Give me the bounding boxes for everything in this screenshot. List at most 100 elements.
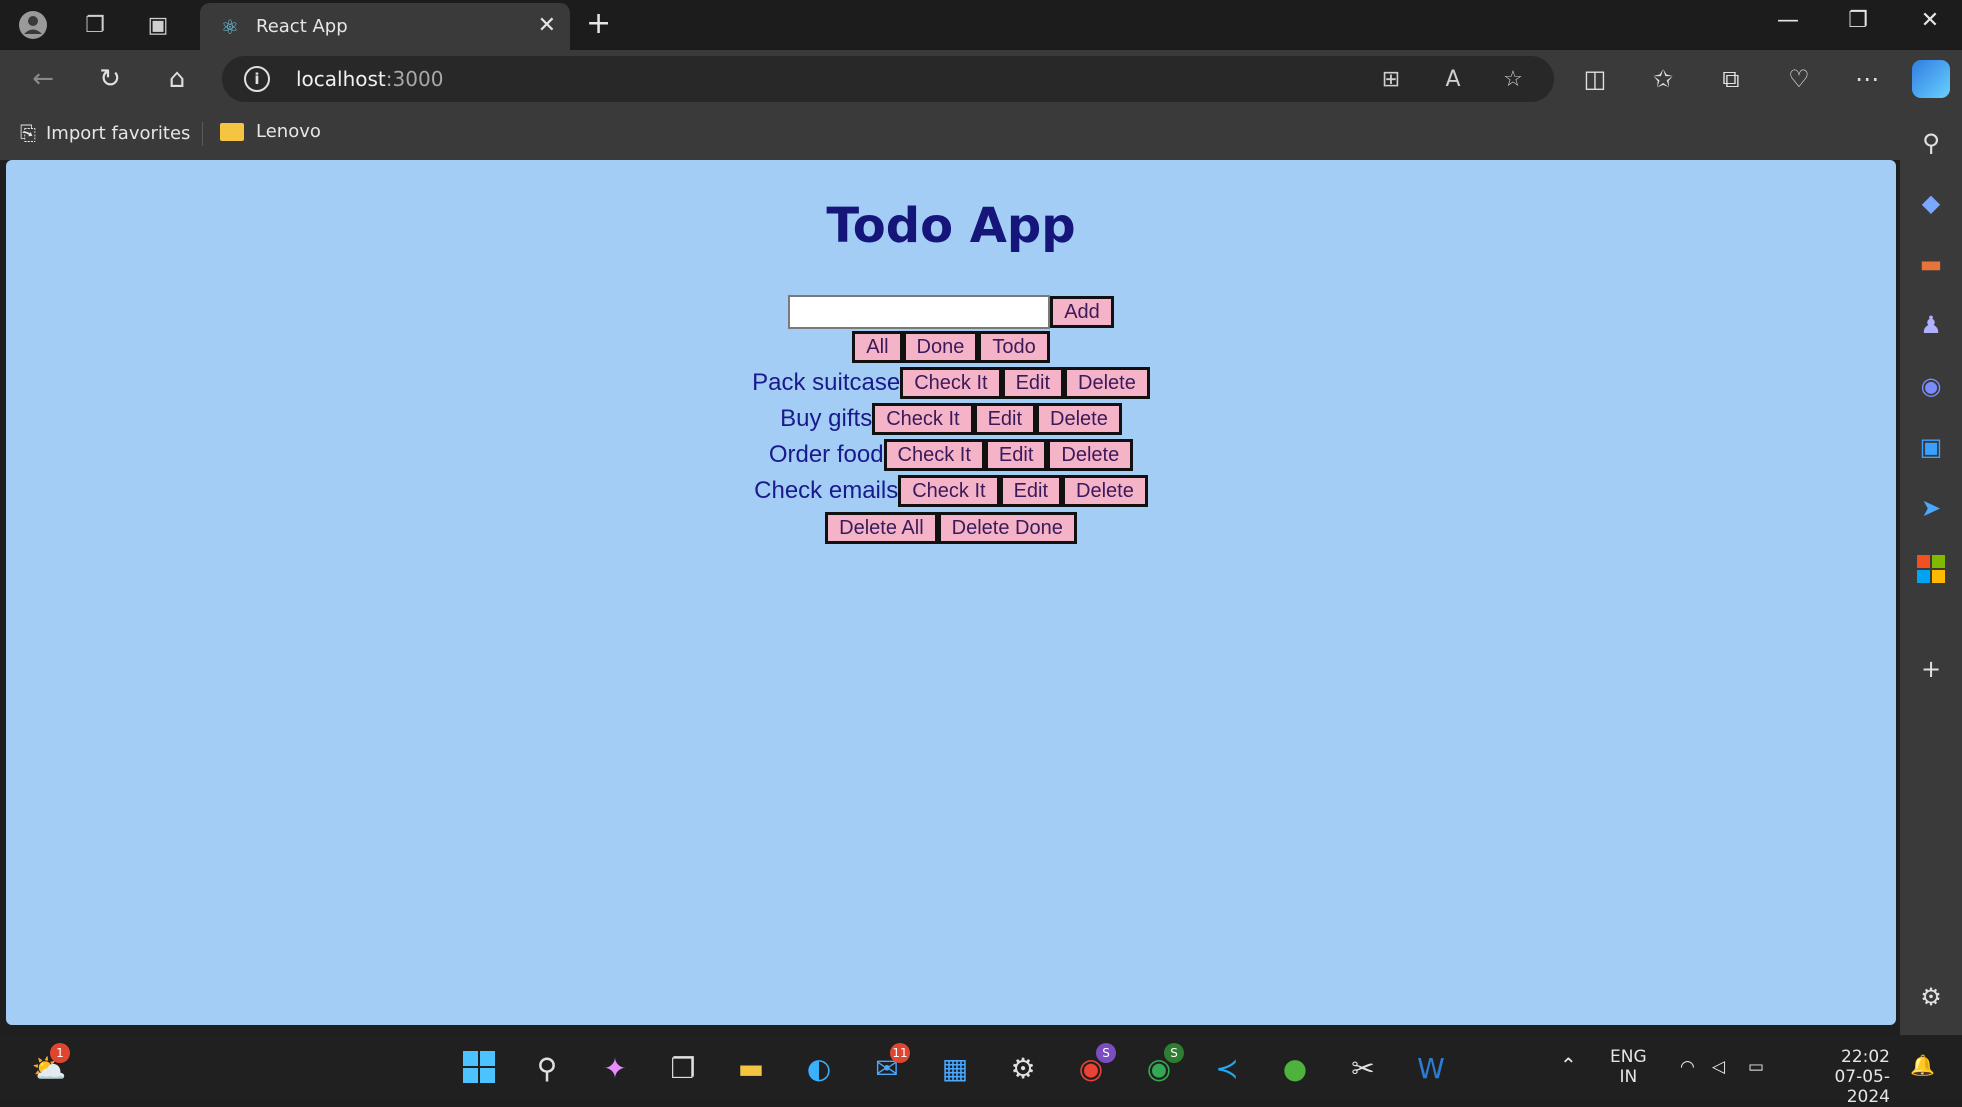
read-aloud-icon[interactable]: A xyxy=(1438,66,1468,94)
address-bar[interactable]: i localhost:3000 ⊞ A ☆ xyxy=(222,56,1554,102)
office-icon[interactable] xyxy=(1916,554,1946,584)
settings-icon[interactable]: ⚙ xyxy=(1004,1050,1042,1088)
delete-button[interactable]: Delete xyxy=(1062,475,1148,507)
profile-icon[interactable] xyxy=(18,10,48,40)
new-tab-icon[interactable]: + xyxy=(586,9,611,39)
delete-button[interactable]: Delete xyxy=(1047,439,1134,471)
notifications-bell-icon[interactable]: 🔔 xyxy=(1910,1055,1935,1075)
import-favorites-link[interactable]: ⎘ Import favorites xyxy=(20,121,190,145)
favorites-bar: ⎘ Import favorites Lenovo xyxy=(0,108,1900,160)
check-it-button[interactable]: Check It xyxy=(898,475,1000,507)
todo-item: Check emails Check It Edit Delete xyxy=(6,475,1896,507)
add-sidebar-icon[interactable]: + xyxy=(1916,654,1946,684)
language-indicator[interactable]: ENG IN xyxy=(1610,1047,1647,1087)
chrome-profile-badge: S xyxy=(1096,1043,1116,1063)
address-toolbar: ← ↻ ⌂ i localhost:3000 ⊞ A ☆ ◫ ✩ ⧉ ♡ ⋯ xyxy=(0,50,1962,108)
info-icon[interactable]: i xyxy=(244,66,270,92)
copilot-icon[interactable] xyxy=(1912,60,1950,98)
battery-icon[interactable]: ▭ xyxy=(1748,1057,1764,1077)
todo-text: Pack suitcase xyxy=(752,369,901,396)
calendar-icon[interactable]: ▦ xyxy=(936,1050,974,1088)
taskbar-search-icon[interactable]: ⚲ xyxy=(528,1050,566,1088)
games-icon[interactable]: ♟ xyxy=(1916,310,1946,340)
todo-item: Pack suitcase Check It Edit Delete xyxy=(6,367,1896,399)
bulk-actions-row: Delete All Delete Done xyxy=(6,512,1896,544)
tab-title: React App xyxy=(256,16,348,37)
show-hidden-icons-icon[interactable]: ⌃ xyxy=(1560,1055,1577,1075)
browser-essentials-icon[interactable]: ♡ xyxy=(1782,62,1816,96)
filter-done-button[interactable]: Done xyxy=(902,331,979,363)
home-icon[interactable]: ⌂ xyxy=(160,62,194,96)
start-icon[interactable] xyxy=(460,1050,498,1088)
mail-badge: 11 xyxy=(890,1043,910,1063)
todo-input[interactable] xyxy=(788,295,1051,329)
filter-row: All Done Todo xyxy=(6,331,1896,363)
minimize-icon[interactable]: — xyxy=(1768,8,1808,33)
delete-button[interactable]: Delete xyxy=(1036,403,1122,435)
check-it-button[interactable]: Check It xyxy=(900,367,1002,399)
todo-item: Buy gifts Check It Edit Delete xyxy=(6,403,1896,435)
favorites-divider xyxy=(202,122,203,146)
wifi-icon[interactable]: ◠ xyxy=(1680,1057,1695,1077)
task-view-icon[interactable]: ❐ xyxy=(664,1050,702,1088)
restore-icon[interactable]: ❐ xyxy=(1838,8,1878,33)
add-button[interactable]: Add xyxy=(1050,296,1114,328)
volume-icon[interactable]: ◁ xyxy=(1712,1057,1725,1077)
refresh-icon[interactable]: ↻ xyxy=(93,62,127,96)
edit-button[interactable]: Edit xyxy=(973,403,1037,435)
split-screen-icon[interactable]: ◫ xyxy=(1578,62,1612,96)
check-it-button[interactable]: Check It xyxy=(872,403,974,435)
add-todo-row: Add xyxy=(6,295,1896,329)
settings-gear-icon[interactable]: ⚙ xyxy=(1916,982,1946,1012)
delete-all-button[interactable]: Delete All xyxy=(825,512,938,544)
favorites-icon[interactable]: ✩ xyxy=(1646,62,1680,96)
workspaces-icon[interactable]: ❐ xyxy=(80,10,110,40)
back-icon[interactable]: ← xyxy=(26,62,60,96)
filter-all-button[interactable]: All xyxy=(852,331,903,363)
react-icon: ⚛ xyxy=(221,15,239,39)
weather-badge: 1 xyxy=(50,1043,70,1063)
edge-icon[interactable]: ◐ xyxy=(800,1050,838,1088)
edge-sidebar: ⚲ ◆ ▬ ♟ ◉ ▣ ➤ + ⚙ xyxy=(1900,108,1962,1035)
check-it-button[interactable]: Check It xyxy=(883,439,985,471)
file-explorer-icon[interactable]: ▬ xyxy=(732,1050,770,1088)
windows-taskbar: ⛅ 1 ⚲ ✦ ❐ ▬ ◐ ✉ 11 ▦ ⚙ ◉ S ◉ S ≺ ● ✂ W ⌃… xyxy=(0,1035,1962,1107)
lenovo-folder[interactable]: Lenovo xyxy=(220,121,321,142)
tab-react-app[interactable]: ⚛ React App ✕ xyxy=(200,3,570,50)
mongodb-icon[interactable]: ● xyxy=(1276,1050,1314,1088)
todo-text: Buy gifts xyxy=(780,405,873,432)
outlook-icon[interactable]: ▣ xyxy=(1916,432,1946,462)
folder-icon xyxy=(220,122,244,141)
close-window-icon[interactable]: ✕ xyxy=(1910,8,1950,33)
close-tab-icon[interactable]: ✕ xyxy=(538,14,556,38)
send-icon[interactable]: ➤ xyxy=(1916,493,1946,523)
page-title: Todo App xyxy=(826,198,1076,254)
edit-button[interactable]: Edit xyxy=(984,439,1048,471)
page-viewport: Todo App Add All Done Todo Pack suitcase… xyxy=(6,160,1896,1025)
clock[interactable]: 22:02 07-05-2024 xyxy=(1800,1047,1890,1107)
tools-icon[interactable]: ▬ xyxy=(1916,249,1946,279)
snipping-tool-icon[interactable]: ✂ xyxy=(1344,1050,1382,1088)
collections-icon[interactable]: ⧉ xyxy=(1714,62,1748,96)
copilot-taskbar-icon[interactable]: ✦ xyxy=(596,1050,634,1088)
delete-done-button[interactable]: Delete Done xyxy=(937,512,1077,544)
todo-item: Order food Check It Edit Delete xyxy=(6,439,1896,471)
vscode-icon[interactable]: ≺ xyxy=(1208,1050,1246,1088)
tab-bar: ❐ ▣ ⚛ React App ✕ + — ❐ ✕ xyxy=(0,0,1962,50)
tab-actions-icon[interactable]: ▣ xyxy=(143,10,173,40)
more-options-icon[interactable]: ⋯ xyxy=(1850,62,1884,96)
chrome-profile-badge: S xyxy=(1164,1043,1184,1063)
copilot-sidebar-icon[interactable]: ◉ xyxy=(1916,371,1946,401)
todo-text: Order food xyxy=(768,441,884,468)
edit-button[interactable]: Edit xyxy=(1001,367,1065,399)
app-available-icon[interactable]: ⊞ xyxy=(1376,66,1406,94)
todo-text: Check emails xyxy=(754,477,899,504)
delete-button[interactable]: Delete xyxy=(1064,367,1150,399)
word-icon[interactable]: W xyxy=(1412,1050,1450,1088)
search-icon[interactable]: ⚲ xyxy=(1916,128,1946,158)
shopping-tag-icon[interactable]: ◆ xyxy=(1916,188,1946,218)
url-text[interactable]: localhost:3000 xyxy=(296,67,443,91)
filter-todo-button[interactable]: Todo xyxy=(978,331,1050,363)
edit-button[interactable]: Edit xyxy=(999,475,1063,507)
favorite-star-icon[interactable]: ☆ xyxy=(1498,66,1528,94)
